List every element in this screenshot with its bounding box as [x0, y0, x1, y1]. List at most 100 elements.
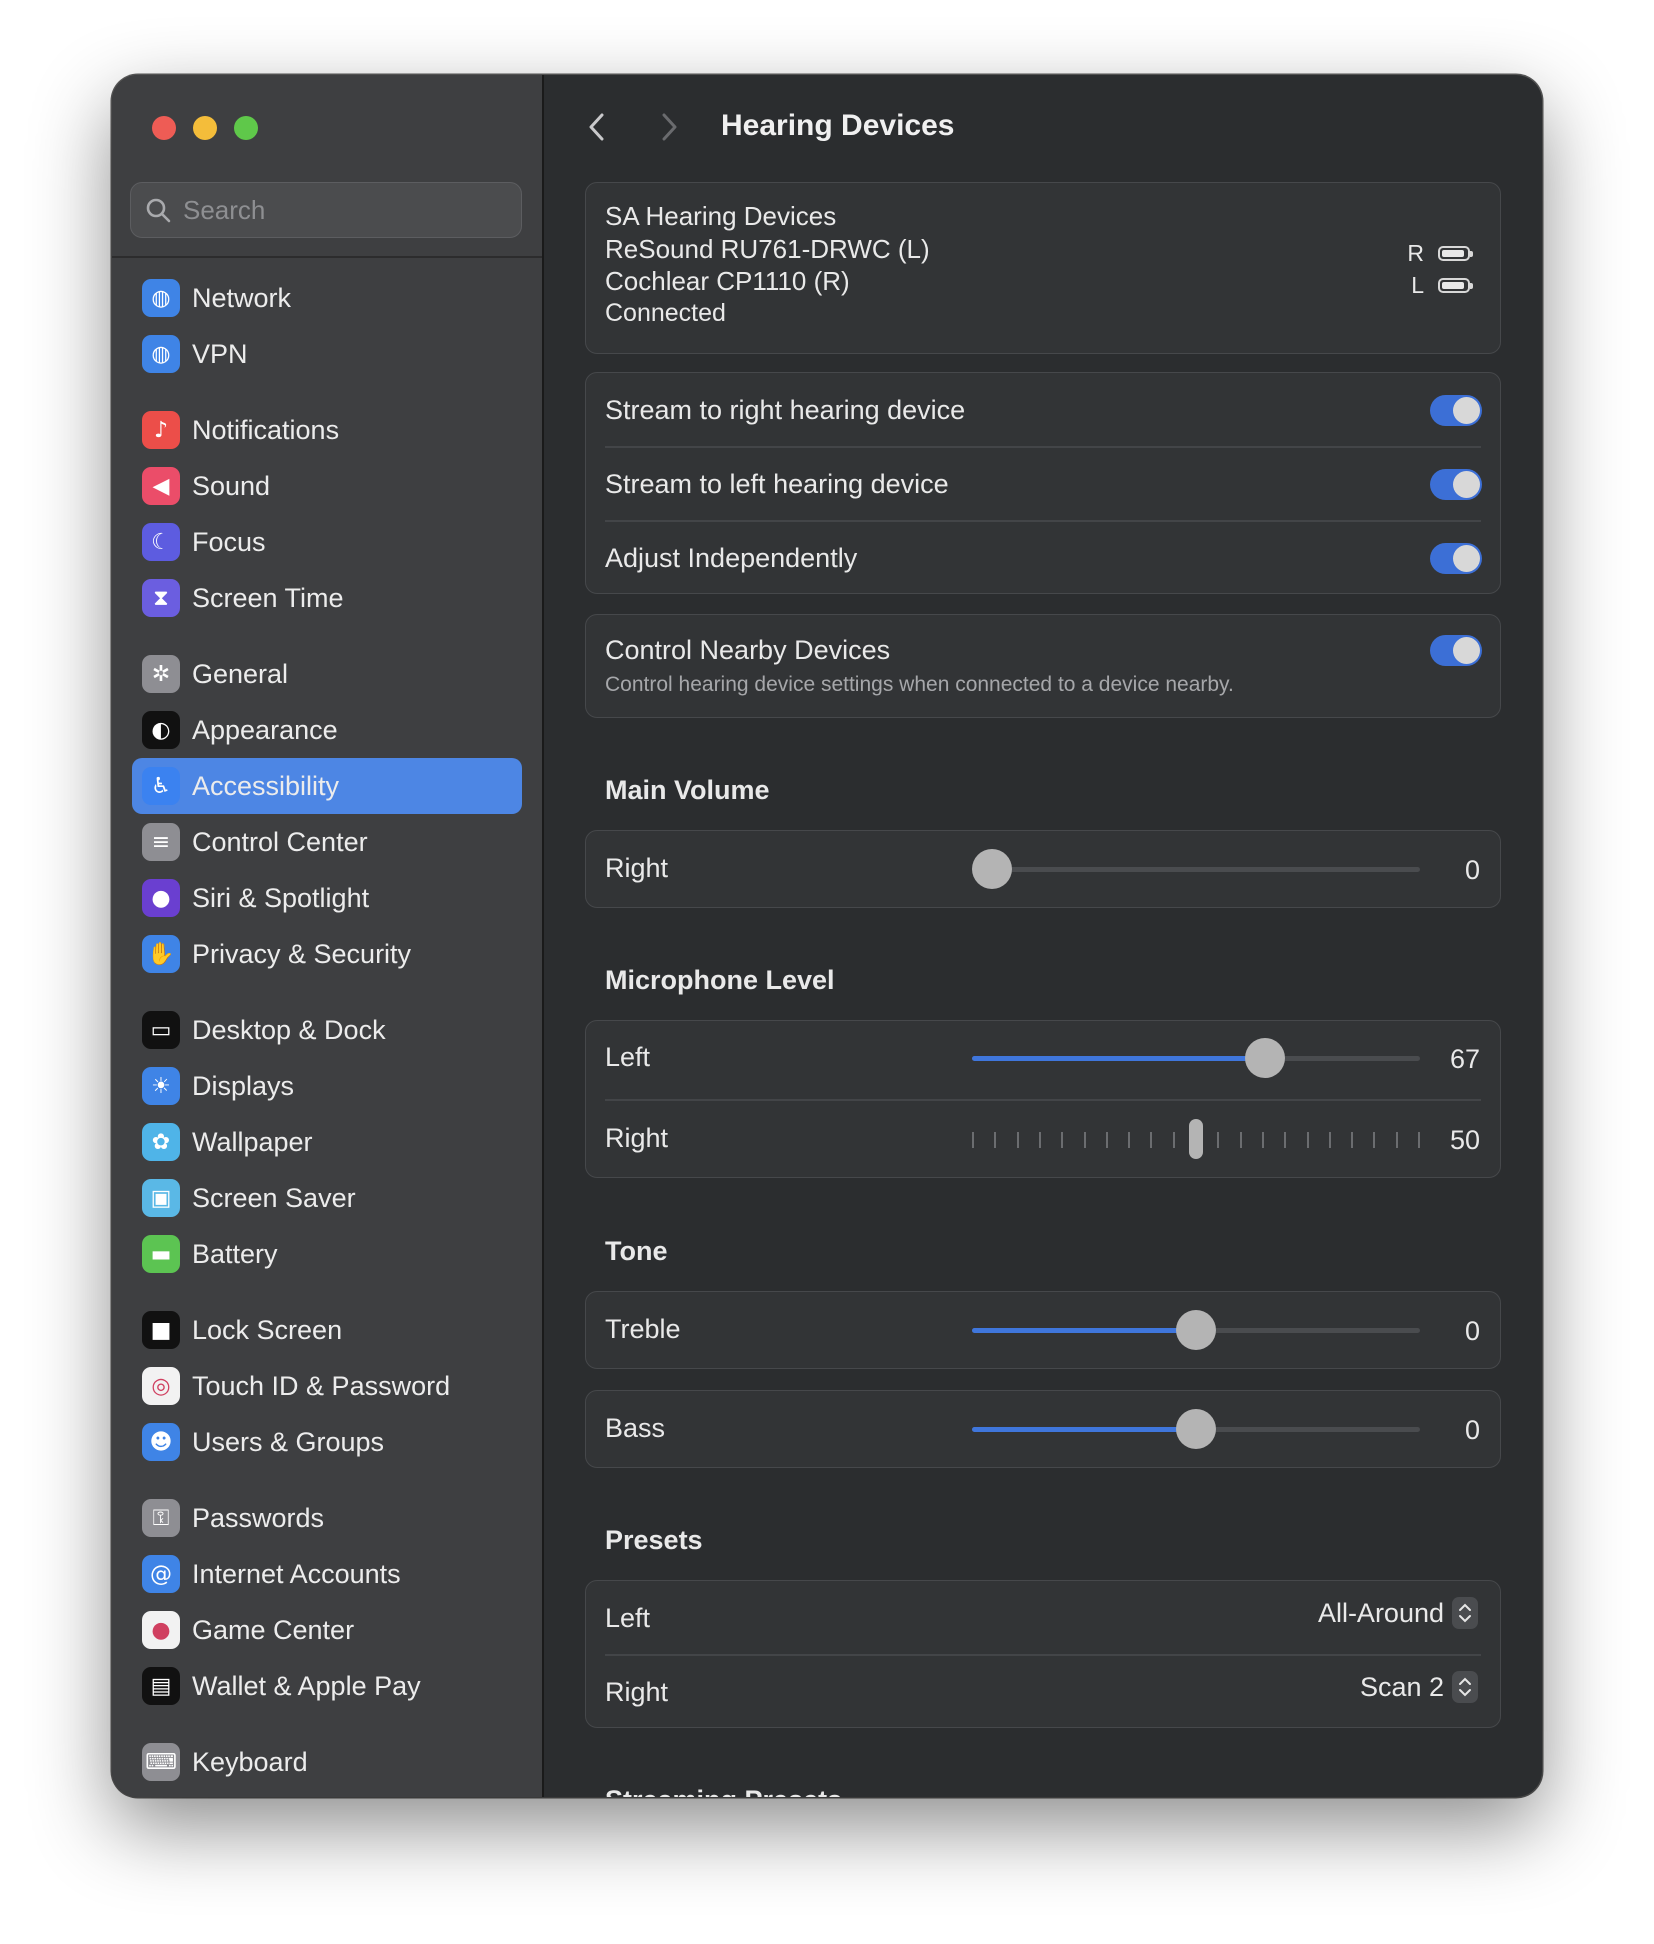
- sidebar-item-label: Notifications: [192, 414, 340, 445]
- key-icon-glyph: ⚿: [152, 1505, 170, 1531]
- sidebar-item-battery[interactable]: ▬ Battery: [132, 1226, 522, 1282]
- sidebar-item-screen-saver[interactable]: ▣ Screen Saver: [132, 1170, 522, 1226]
- preset-left-label: Left: [605, 1603, 651, 1633]
- sidebar-item-control-center[interactable]: ≡ Control Center: [132, 814, 522, 870]
- slider-tick: [1261, 1132, 1264, 1148]
- sidebar-item-screen-time[interactable]: ⧗ Screen Time: [132, 570, 522, 626]
- treble-slider[interactable]: [972, 1310, 1420, 1350]
- sidebar-item-focus[interactable]: ☾ Focus: [132, 514, 522, 570]
- close-button[interactable]: [152, 116, 176, 140]
- slider-tick: [1083, 1132, 1086, 1148]
- sidebar-item-vpn[interactable]: ◍ VPN: [132, 326, 522, 382]
- nearby-label: Control Nearby Devices: [605, 635, 891, 665]
- row-divider: [605, 1654, 1481, 1656]
- streaming-presets-title: Streaming Presets: [605, 1785, 842, 1797]
- treble-value: 0: [1464, 1316, 1480, 1346]
- slider-knob[interactable]: [1245, 1038, 1286, 1078]
- sidebar-item-label: Appearance: [192, 714, 338, 745]
- slider-knob[interactable]: [972, 849, 1012, 889]
- speaker-icon-glyph: ◀: [152, 473, 170, 499]
- bass-slider[interactable]: [972, 1409, 1420, 1449]
- slider-tick: [1418, 1132, 1420, 1148]
- forward-chevron-icon[interactable]: [654, 107, 684, 147]
- flower-icon: ✿: [142, 1123, 180, 1161]
- search-input[interactable]: [181, 193, 485, 227]
- bass-card: Bass 0: [585, 1390, 1501, 1468]
- sidebar-item-wallpaper[interactable]: ✿ Wallpaper: [132, 1114, 522, 1170]
- preset-right-popup[interactable]: Scan 2: [1360, 1671, 1478, 1703]
- nearby-toggle[interactable]: [1430, 635, 1482, 666]
- gear-icon: ✲: [142, 655, 180, 693]
- sidebar-item-appearance[interactable]: ◐ Appearance: [132, 702, 522, 758]
- sidebar-item-label: Wallet & Apple Pay: [192, 1670, 421, 1701]
- preset-left-popup[interactable]: All-Around: [1318, 1597, 1478, 1629]
- slider-tick: [1284, 1132, 1287, 1148]
- sidebar-item-label: Privacy & Security: [192, 938, 412, 969]
- slider-fill: [972, 1056, 1266, 1061]
- sidebar-item-internet-accounts[interactable]: @ Internet Accounts: [132, 1546, 522, 1602]
- battery-icon-glyph: ▬: [150, 1241, 172, 1267]
- search-field[interactable]: [130, 182, 522, 238]
- slider-tick: [1038, 1132, 1041, 1148]
- main-volume-slider[interactable]: [972, 849, 1420, 889]
- sidebar-item-keyboard[interactable]: ⌨ Keyboard: [132, 1734, 522, 1790]
- users-icon: ☻: [142, 1423, 180, 1461]
- battery-left: L: [1411, 272, 1473, 299]
- sidebar-item-network[interactable]: ◍ Network: [132, 270, 522, 326]
- sidebar-item-wallet-apple-pay[interactable]: ▤ Wallet & Apple Pay: [132, 1658, 522, 1714]
- sidebar-item-desktop-dock[interactable]: ▭ Desktop & Dock: [132, 1002, 522, 1058]
- globe-icon: ◍: [142, 279, 180, 317]
- minimize-button[interactable]: [193, 116, 217, 140]
- sidebar-item-general[interactable]: ✲ General: [132, 646, 522, 702]
- slider-knob[interactable]: [1176, 1310, 1216, 1350]
- sidebar-item-touch-id-password[interactable]: ◎ Touch ID & Password: [132, 1358, 522, 1414]
- presets-card: Left All-Around Right Scan 2: [585, 1580, 1501, 1728]
- sidebar-item-game-center[interactable]: ● Game Center: [132, 1602, 522, 1658]
- slider-knob[interactable]: [1189, 1119, 1203, 1159]
- slider-knob[interactable]: [1176, 1409, 1216, 1449]
- up-down-chevron-icon[interactable]: [1452, 1671, 1478, 1703]
- sidebar-item-users-groups[interactable]: ☻ Users & Groups: [132, 1414, 522, 1470]
- sidebar-item-siri-spotlight[interactable]: ● Siri & Spotlight: [132, 870, 522, 926]
- fingerprint-icon: ◎: [142, 1367, 180, 1405]
- sidebar-item-privacy-security[interactable]: ✋ Privacy & Security: [132, 926, 522, 982]
- sidebar-item-displays[interactable]: ☀ Displays: [132, 1058, 522, 1114]
- sidebar-item-notifications[interactable]: ♪ Notifications: [132, 402, 522, 458]
- main-volume-card: Right 0: [585, 830, 1501, 908]
- sidebar-item-lock-screen[interactable]: ■ Lock Screen: [132, 1302, 522, 1358]
- sidebar-item-label: Wallpaper: [192, 1126, 313, 1157]
- slider-tick: [994, 1132, 997, 1148]
- sidebar-item-accessibility[interactable]: ♿ Accessibility: [132, 758, 522, 814]
- adjust-independently-toggle[interactable]: [1430, 542, 1482, 574]
- slider-tick: [1061, 1132, 1064, 1148]
- mic-left-slider[interactable]: [972, 1038, 1420, 1078]
- up-down-chevron-icon[interactable]: [1452, 1597, 1478, 1629]
- sidebar-item-sound[interactable]: ◀ Sound: [132, 458, 522, 514]
- sidebar-item-label: Control Center: [192, 826, 368, 857]
- device-name: SA Hearing Devices: [605, 201, 837, 231]
- bass-label: Bass: [605, 1413, 666, 1443]
- zoom-button[interactable]: [234, 116, 258, 140]
- sidebar-item-label: General: [192, 658, 289, 689]
- stream-right-label: Stream to right hearing device: [605, 394, 966, 425]
- globe-icon-glyph: ◍: [151, 285, 171, 311]
- slider-tick: [1172, 1132, 1175, 1148]
- wallet-icon: ▤: [142, 1667, 180, 1705]
- keyboard-icon: ⌨: [142, 1743, 180, 1781]
- device-status: Connected: [605, 299, 726, 327]
- sidebar-item-passwords[interactable]: ⚿ Passwords: [132, 1490, 522, 1546]
- stream-right-toggle[interactable]: [1430, 394, 1482, 426]
- settings-window: ◍ Network ◍ VPN ♪ Notifications ◀ Sound ☾ Focus ⧗ S…: [112, 75, 1542, 1797]
- keyboard-icon-glyph: ⌨: [145, 1749, 177, 1775]
- back-chevron-icon[interactable]: [582, 107, 612, 147]
- mic-right-slider[interactable]: [972, 1119, 1420, 1159]
- gear-icon-glyph: ✲: [151, 661, 171, 687]
- stream-left-toggle[interactable]: [1430, 468, 1482, 500]
- vpn-globe-icon-glyph: ◍: [151, 341, 171, 367]
- left-device-name: ReSound RU761-DRWC (L): [605, 234, 930, 264]
- game-center-icon-glyph: ●: [151, 1617, 171, 1643]
- sidebar-item-label: Game Center: [192, 1614, 355, 1645]
- battery-icon: ▬: [142, 1235, 180, 1273]
- slider-track: [972, 867, 1420, 872]
- search-icon: [146, 198, 171, 223]
